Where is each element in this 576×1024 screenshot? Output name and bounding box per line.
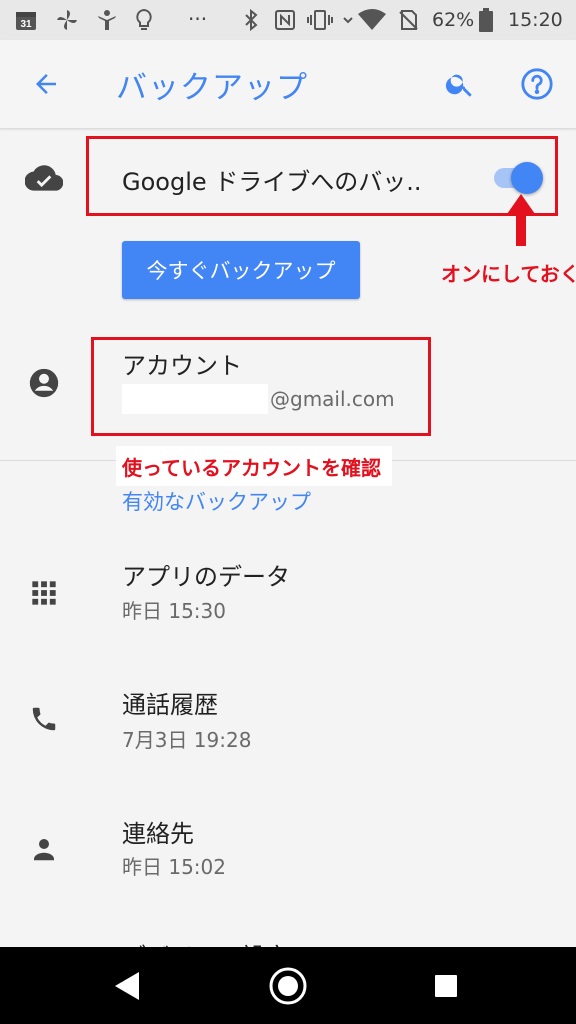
battery-icon [478,8,494,32]
toggle-annotation: オンにしておく [441,262,576,286]
nfc-icon [272,8,298,32]
content: Google ドライブへのバッ.. オンにしておく 今すぐバックアップ アカウン… [0,129,576,947]
home-circle-icon[interactable] [256,947,320,1024]
navigation-bar [0,947,576,1024]
help-icon[interactable] [513,60,561,108]
wifi-icon [358,8,386,32]
red-arrow-icon [507,194,535,246]
list-item-title: デバイスの設定 [122,937,289,947]
bulb-icon [132,8,156,32]
clock: 15:20 [508,9,563,31]
phone-icon [24,699,64,739]
recents-square-icon[interactable] [414,947,478,1024]
calendar-icon: 31 [14,8,38,32]
vibrate-arrow-icon [340,8,356,32]
account-annotation: 使っているアカウントを確認 [122,456,381,480]
back-arrow-icon[interactable] [22,60,70,108]
backup-now-button[interactable]: 今すぐバックアップ [122,241,360,299]
vibrate-icon [306,8,334,32]
svg-text:31: 31 [20,19,32,30]
person-icon [94,8,120,32]
person-icon [24,829,64,869]
highlight-box-toggle [86,136,558,216]
list-item-time: 7月3日 19:28 [122,728,252,752]
list-item-title: 通話履歴 [122,691,218,719]
list-item-time: 昨日 15:02 [122,855,226,879]
status-bar: 31 ··· 62% 15:20 [0,0,576,40]
list-item-title: アプリのデータ [122,563,290,591]
pinwheel-icon [54,8,80,32]
section-header-active-backups: 有効なバックアップ [122,490,311,514]
app-bar: バックアップ [0,40,576,129]
highlight-box-account[interactable] [91,337,431,436]
overflow-dots: ··· [188,7,208,31]
apps-grid-icon [24,573,64,613]
cloud-check-icon [24,158,64,198]
page-title: バックアップ [116,70,308,106]
list-item-title: 連絡先 [122,820,194,848]
bluetooth-icon [240,8,262,32]
list-item-time: 昨日 15:30 [122,599,226,623]
no-sim-icon [396,8,420,32]
back-triangle-icon[interactable] [96,947,160,1024]
account-circle-icon [24,363,64,403]
battery-percent: 62% [432,9,475,31]
search-icon[interactable] [436,60,484,108]
